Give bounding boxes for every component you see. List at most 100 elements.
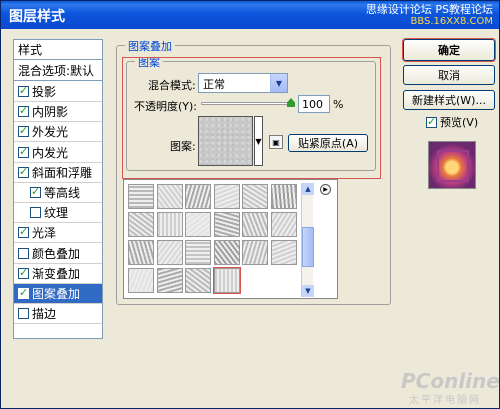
pattern-preset-cell[interactable] (242, 240, 268, 265)
preview-label: 预览(V) (440, 116, 479, 129)
style-checkbox[interactable] (18, 308, 29, 320)
blend-mode-value: 正常 (203, 78, 225, 91)
opacity-slider[interactable] (201, 102, 293, 105)
picker-menu-icon[interactable]: ▶ (320, 184, 331, 195)
styles-header[interactable]: 样式 (14, 40, 102, 60)
layer-style-dialog: 图层样式 思缘设计论坛 PS教程论坛 BBS.16XX8.COM 样式 混合选项… (0, 0, 500, 409)
pattern-preset-cell[interactable] (156, 184, 183, 209)
style-item-label: 投影 (32, 85, 57, 99)
style-item-label: 外发光 (32, 125, 69, 140)
blend-options-label: 混合选项:默认 (18, 64, 95, 78)
scroll-down-icon[interactable]: ▼ (302, 285, 314, 297)
watermark-line1: 思缘设计论坛 (365, 3, 432, 16)
style-checkbox[interactable] (30, 207, 41, 219)
watermark-line3: BBS.16XX8.COM (410, 16, 493, 27)
style-item-label: 图案叠加 (32, 287, 81, 301)
opacity-input[interactable]: 100 (298, 95, 330, 113)
style-item[interactable]: 斜面和浮雕 (14, 163, 102, 183)
window-title: 图层样式 (9, 9, 65, 25)
style-checkbox[interactable] (18, 145, 29, 158)
style-checkbox[interactable] (18, 225, 29, 239)
style-item-label: 内发光 (32, 145, 69, 160)
style-item[interactable]: 纹理 (14, 203, 102, 224)
pattern-preset-cell[interactable] (185, 268, 211, 293)
style-item[interactable]: 内发光 (14, 143, 102, 163)
pattern-preset-cell[interactable] (156, 212, 183, 237)
pattern-preset-cell[interactable] (213, 184, 240, 209)
style-item[interactable]: 颜色叠加 (14, 244, 102, 264)
style-checkbox[interactable] (18, 247, 29, 259)
style-item-label: 斜面和浮雕 (32, 165, 93, 180)
style-item[interactable]: 描边 (14, 304, 102, 325)
ok-label: 确定 (438, 44, 460, 57)
style-checkbox[interactable] (18, 124, 29, 138)
pattern-overlay-title: 图案叠加 (125, 38, 175, 54)
style-checkbox[interactable] (18, 104, 29, 118)
pattern-preset-cell[interactable] (128, 240, 154, 265)
preview-checkbox-box[interactable] (426, 115, 437, 128)
opacity-value: 100 (302, 98, 323, 111)
style-checkbox[interactable] (18, 286, 29, 299)
pattern-preset-cell[interactable] (156, 240, 183, 265)
new-style-button[interactable]: 新建样式(W)... (403, 90, 495, 110)
blend-mode-select[interactable]: 正常 ▼ (198, 73, 288, 93)
pattern-preset-cell[interactable] (242, 184, 268, 209)
pattern-preset-cell[interactable] (270, 212, 297, 237)
style-item-label: 颜色叠加 (32, 246, 81, 261)
style-checkbox[interactable] (30, 185, 41, 198)
style-item[interactable]: 光泽 (14, 223, 102, 244)
pattern-dropdown-button[interactable]: ▼ (254, 116, 263, 166)
new-preset-icon: ▣ (272, 137, 280, 147)
style-preview-thumbnail (428, 141, 476, 189)
preview-checkbox[interactable]: 预览(V) (426, 114, 478, 130)
pattern-preset-cell[interactable] (270, 240, 297, 265)
cancel-label: 取消 (438, 69, 460, 82)
scroll-thumb[interactable] (302, 227, 314, 267)
style-checkbox[interactable] (18, 84, 29, 97)
pattern-preset-cell[interactable] (242, 212, 268, 237)
styles-list: 样式 混合选项:默认 投影内阴影外发光内发光斜面和浮雕等高线纹理光泽颜色叠加渐变… (13, 39, 103, 339)
snap-to-origin-button[interactable]: 贴紧原点(A) (288, 134, 368, 152)
blend-options-item[interactable]: 混合选项:默认 (14, 61, 102, 81)
style-checkbox[interactable] (18, 165, 29, 178)
style-item[interactable]: 投影 (14, 82, 102, 102)
style-item-label: 描边 (32, 307, 57, 322)
style-item-label: 纹理 (44, 206, 69, 221)
title-bar[interactable]: 图层样式 思缘设计论坛 PS教程论坛 BBS.16XX8.COM (1, 1, 499, 29)
new-style-label: 新建样式(W)... (412, 94, 486, 107)
picker-scrollbar[interactable]: ▲ ▼ (301, 183, 314, 297)
style-item[interactable]: 等高线 (14, 183, 102, 203)
style-item[interactable]: 渐变叠加 (14, 264, 102, 284)
chevron-down-icon: ▼ (255, 136, 262, 146)
style-item[interactable]: 外发光 (14, 122, 102, 143)
pattern-swatch[interactable] (198, 116, 253, 166)
preview-inner-frame (437, 150, 469, 182)
style-item[interactable]: 内阴影 (14, 102, 102, 123)
blend-mode-label: 混合模式: (148, 79, 196, 92)
pattern-preset-cell[interactable] (270, 184, 297, 209)
opacity-unit: % (333, 98, 344, 111)
watermark-top: 思缘设计论坛 PS教程论坛 BBS.16XX8.COM (366, 4, 493, 28)
chevron-down-icon: ▼ (270, 74, 287, 92)
opacity-label: 不透明度(Y): (134, 100, 198, 113)
ok-button[interactable]: 确定 (402, 38, 496, 62)
pattern-preset-cell[interactable] (156, 268, 183, 293)
pattern-preset-cell[interactable] (128, 212, 154, 237)
pconline-subtitle: 太平洋电脑网 (409, 395, 481, 406)
new-preset-button[interactable]: ▣ (269, 135, 283, 149)
pattern-preset-cell[interactable] (185, 184, 211, 209)
pattern-preset-cell[interactable] (213, 240, 240, 265)
pattern-preset-cell[interactable] (185, 240, 211, 265)
pattern-preset-cell[interactable] (185, 212, 211, 237)
style-item-label: 内阴影 (32, 105, 69, 120)
styles-header-label: 样式 (18, 43, 43, 57)
style-checkbox[interactable] (18, 266, 29, 279)
pattern-preset-cell[interactable] (128, 184, 154, 209)
pattern-preset-cell[interactable] (128, 268, 154, 293)
pattern-label: 图案: (170, 140, 196, 153)
style-item[interactable]: 图案叠加 (14, 284, 102, 304)
cancel-button[interactable]: 取消 (403, 65, 495, 85)
scroll-up-icon[interactable]: ▲ (302, 183, 314, 195)
pattern-preset-cell[interactable] (213, 212, 240, 237)
pattern-preset-cell[interactable] (212, 267, 241, 294)
